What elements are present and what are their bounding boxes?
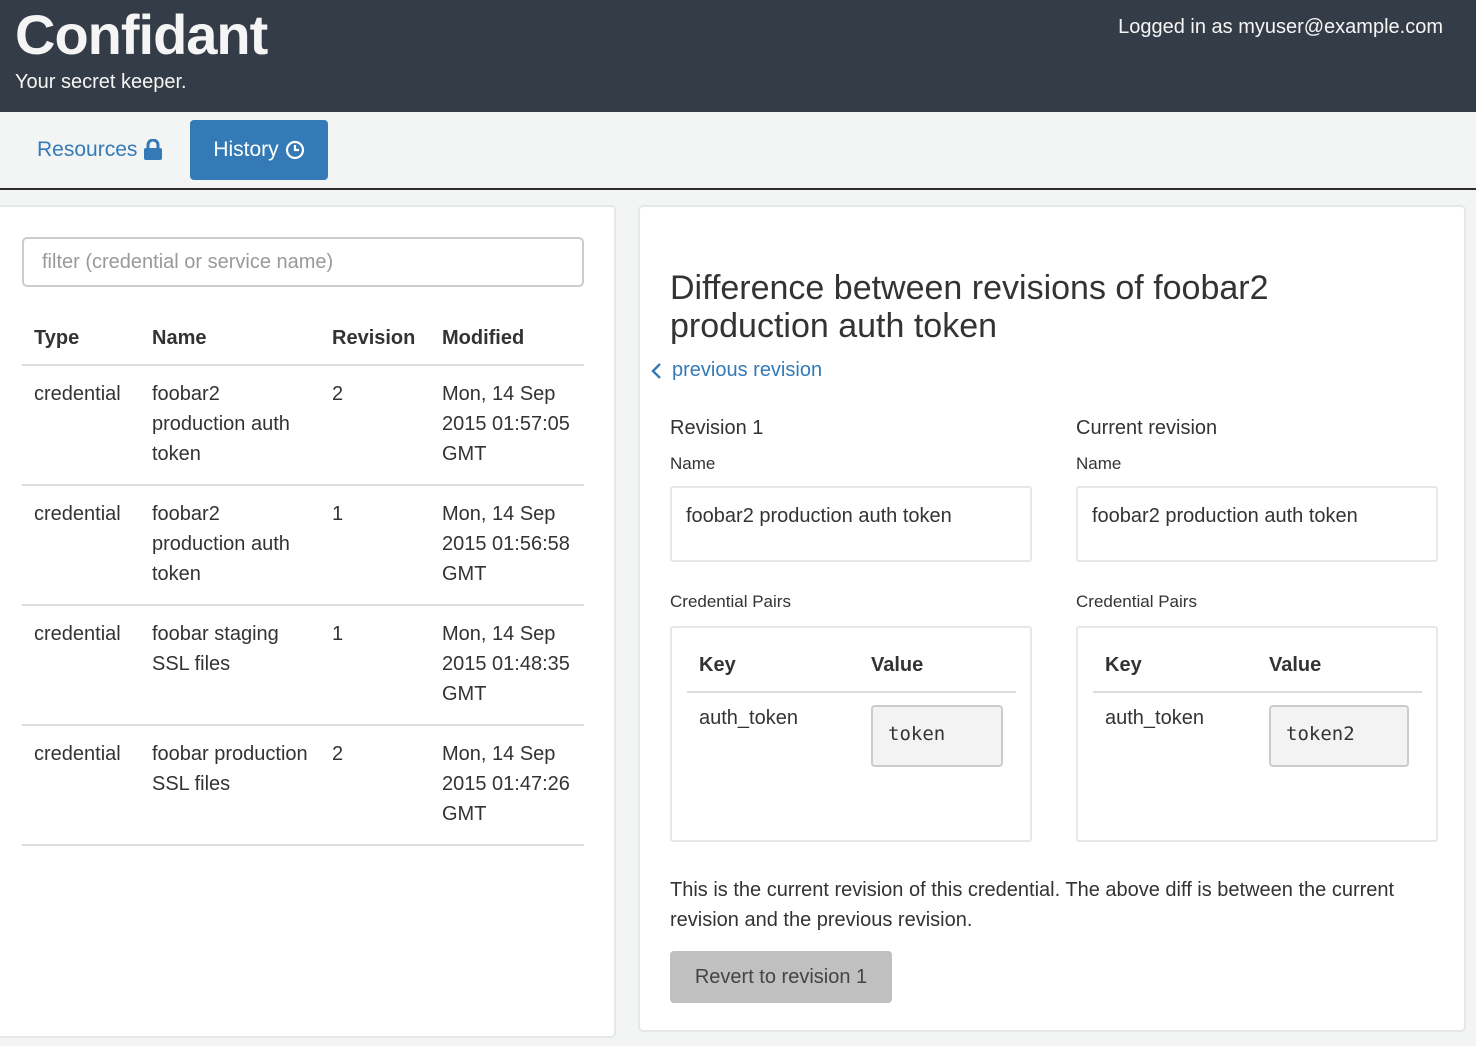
app-header: Confidant Your secret keeper. Logged in … <box>0 0 1476 112</box>
cell-modified: Mon, 14 Sep 2015 01:57:05 GMT <box>430 365 584 486</box>
credential-pairs-label: Credential Pairs <box>670 592 791 611</box>
lock-icon <box>144 139 163 160</box>
table-row[interactable]: credential foobar staging SSL files 1 Mo… <box>22 605 584 726</box>
column-header-modified: Modified <box>430 315 584 366</box>
revision-left: Revision 1 Name foobar2 production auth … <box>670 417 1032 842</box>
tab-history[interactable]: History <box>190 120 328 180</box>
name-value: foobar2 production auth token <box>1076 486 1438 562</box>
key-header: Key <box>1093 642 1257 693</box>
cell-name: foobar2 production auth token <box>140 485 320 606</box>
cell-revision: 2 <box>320 365 430 486</box>
name-label: Name <box>1076 454 1122 473</box>
revision-right: Current revision Name foobar2 production… <box>1076 417 1438 842</box>
credential-pairs-table: Key Value auth_token token <box>687 642 1016 781</box>
revision-heading: Current revision <box>1076 417 1218 439</box>
key-header: Key <box>687 642 859 693</box>
filter-input[interactable] <box>22 237 584 287</box>
cell-name: foobar staging SSL files <box>140 605 320 726</box>
credential-pairs-table: Key Value auth_token token2 <box>1093 642 1422 781</box>
pair-row: auth_token token <box>687 692 1016 781</box>
column-header-type: Type <box>22 315 140 366</box>
credential-pairs-box: Key Value auth_token token2 <box>1076 626 1438 842</box>
cell-type: credential <box>22 725 140 846</box>
pair-value: token <box>871 705 1003 767</box>
pair-key: auth_token <box>699 707 798 729</box>
logged-in-user: Logged in as myuser@example.com <box>1118 16 1443 38</box>
revert-button[interactable]: Revert to revision 1 <box>670 951 892 1003</box>
pair-value: token2 <box>1269 705 1409 767</box>
history-table: Type Name Revision Modified credential f… <box>22 315 584 846</box>
app-title: Confidant <box>15 3 268 66</box>
cell-revision: 2 <box>320 725 430 846</box>
value-header: Value <box>1257 642 1422 693</box>
table-row[interactable]: credential foobar2 production auth token… <box>22 365 584 486</box>
revision-note: This is the current revision of this cre… <box>670 879 1395 931</box>
table-row[interactable]: credential foobar2 production auth token… <box>22 485 584 606</box>
clock-icon <box>285 140 304 160</box>
credential-pairs-box: Key Value auth_token token <box>670 626 1032 842</box>
cell-modified: Mon, 14 Sep 2015 01:48:35 GMT <box>430 605 584 726</box>
tab-resources[interactable]: Resources <box>20 120 180 180</box>
cell-type: credential <box>22 365 140 486</box>
column-header-revision: Revision <box>320 315 430 366</box>
revision-heading: Revision 1 <box>670 417 764 439</box>
history-panel: Type Name Revision Modified credential f… <box>0 205 616 1038</box>
diff-panel: Difference between revisions of foobar2 … <box>638 205 1466 1032</box>
tab-history-label: History <box>213 138 279 161</box>
cell-type: credential <box>22 485 140 606</box>
cell-name: foobar2 production auth token <box>140 365 320 486</box>
credential-pairs-label: Credential Pairs <box>1076 592 1197 611</box>
cell-revision: 1 <box>320 485 430 606</box>
pair-key: auth_token <box>1105 707 1204 729</box>
value-header: Value <box>859 642 1016 693</box>
name-label: Name <box>670 454 716 473</box>
app-tagline: Your secret keeper. <box>15 71 187 93</box>
cell-type: credential <box>22 605 140 726</box>
tab-resources-label: Resources <box>37 138 138 161</box>
name-value: foobar2 production auth token <box>670 486 1032 562</box>
column-header-name: Name <box>140 315 320 366</box>
pair-row: auth_token token2 <box>1093 692 1422 781</box>
cell-name: foobar production SSL files <box>140 725 320 846</box>
previous-revision-link[interactable]: previous revision <box>650 359 822 382</box>
diff-title: Difference between revisions of foobar2 … <box>670 269 1269 345</box>
main-nav: Resources History <box>0 112 1476 190</box>
previous-revision-label: previous revision <box>672 359 823 381</box>
cell-modified: Mon, 14 Sep 2015 01:47:26 GMT <box>430 725 584 846</box>
history-header-row: Type Name Revision Modified <box>22 315 584 366</box>
table-row[interactable]: credential foobar production SSL files 2… <box>22 725 584 846</box>
cell-revision: 1 <box>320 605 430 726</box>
cell-modified: Mon, 14 Sep 2015 01:56:58 GMT <box>430 485 584 606</box>
chevron-left-icon <box>651 362 661 379</box>
